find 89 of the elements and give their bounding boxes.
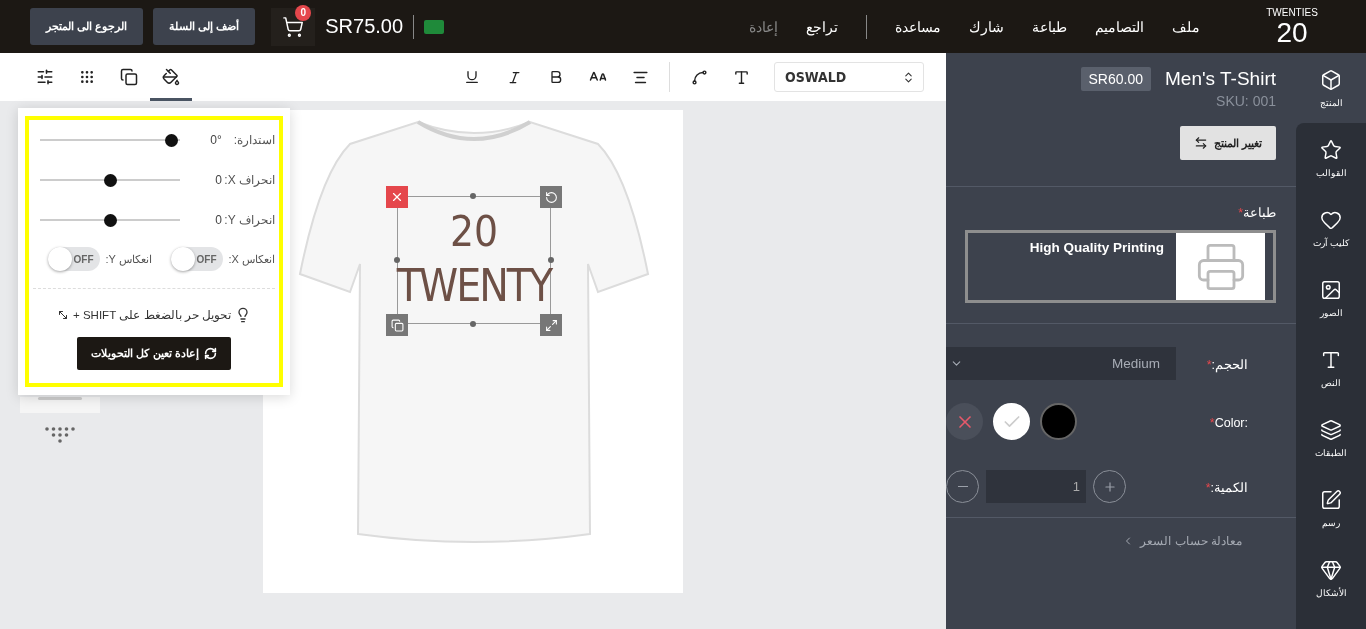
- menu-item[interactable]: طباعة: [1032, 18, 1067, 35]
- diamond-icon: [1320, 558, 1342, 581]
- toggle-label: انعكاس Y:: [105, 252, 152, 266]
- sidebar-item[interactable]: القوالب: [1296, 123, 1366, 193]
- cart-total: SR75.00: [325, 15, 404, 38]
- cart-icon: [282, 15, 305, 38]
- sidebar-item[interactable]: الصور: [1296, 263, 1366, 333]
- resize-icon: [544, 318, 558, 332]
- design-text[interactable]: 20: [449, 206, 499, 258]
- close-icon: [390, 190, 404, 204]
- menu-item[interactable]: التصاميم: [1095, 18, 1144, 35]
- slider-reading: 0°: [209, 133, 222, 147]
- swap-arrows-icon: [1193, 136, 1208, 150]
- sidebar-item[interactable]: الأشكال: [1296, 543, 1366, 613]
- pen-square-icon: [1320, 488, 1342, 511]
- dot-grid-icon: [79, 68, 95, 85]
- slider-label: استدارة:: [232, 133, 275, 147]
- rotate-icon: [544, 190, 558, 204]
- font-select[interactable]: OSWALD: [774, 62, 924, 92]
- slider-thumb[interactable]: [165, 133, 179, 147]
- paint-bucket-icon: [162, 67, 180, 86]
- rotate-handle[interactable]: [540, 186, 562, 208]
- overlapping-squares-icon: [390, 318, 404, 332]
- underline-icon: [464, 69, 480, 85]
- toggle-switch[interactable]: OFF: [170, 247, 223, 271]
- slider-label: انحراف X:: [223, 173, 275, 187]
- cart-button[interactable]: 0: [271, 7, 316, 46]
- star-icon: [1320, 138, 1342, 161]
- sidebar-item[interactable]: النص: [1296, 333, 1366, 403]
- image-icon: [1320, 278, 1342, 301]
- sidebar-item[interactable]: كليب آرت: [1296, 193, 1366, 263]
- plus-icon: [1102, 479, 1117, 494]
- logo[interactable]: TWENTIES 20: [1262, 3, 1322, 50]
- edge-handle[interactable]: [470, 193, 476, 199]
- price-formula-link[interactable]: معادلة حساب السعر: [946, 534, 1296, 548]
- dots-triangle-icon[interactable]: [44, 427, 76, 443]
- italic-icon: [506, 69, 522, 85]
- curve-icon: [690, 68, 708, 86]
- edge-handle[interactable]: [394, 257, 400, 263]
- change-product-button[interactable]: تغيير المنتج: [1179, 126, 1276, 160]
- menu-item[interactable]: شارك: [969, 18, 1004, 35]
- slider-thumb[interactable]: [103, 213, 117, 227]
- overlapping-squares-icon: [120, 67, 138, 86]
- product-title: Men's T-Shirt: [1165, 68, 1276, 90]
- field-label: طباعة*: [1237, 205, 1276, 220]
- reset-button[interactable]: إعادة تعين كل التحويلات: [77, 337, 231, 370]
- size-select[interactable]: Medium: [946, 347, 1176, 380]
- slider-reading: 0: [214, 213, 222, 227]
- sidebar-item[interactable]: رسم: [1296, 473, 1366, 543]
- header-button[interactable]: أضف إلى السلة: [153, 8, 256, 45]
- toggle-switch[interactable]: OFF: [47, 247, 100, 271]
- color-swatch[interactable]: [1040, 403, 1077, 440]
- history-link[interactable]: تراجع: [806, 18, 838, 35]
- flag-icon[interactable]: [424, 19, 445, 34]
- design-text[interactable]: TWENTY: [396, 258, 552, 314]
- edge-handle[interactable]: [548, 257, 554, 263]
- no-color-swatch[interactable]: [946, 403, 983, 440]
- sliders-icon: [36, 67, 54, 86]
- minus-icon: [957, 485, 968, 488]
- field-label: الحجم:*: [1206, 357, 1248, 372]
- thumbnail[interactable]: [20, 397, 100, 413]
- menu-item[interactable]: ملف: [1172, 18, 1200, 35]
- delete-handle[interactable]: [386, 186, 408, 208]
- slider-label: انحراف Y:: [223, 213, 275, 227]
- hint-text: تحويل حر بالضغط على SHIFT +: [73, 308, 231, 322]
- quantity-field[interactable]: 1: [986, 470, 1086, 503]
- print-option-card[interactable]: High Quality Printing: [965, 230, 1276, 303]
- diagonal-arrow-icon: [57, 309, 70, 321]
- bold-icon: [548, 69, 564, 85]
- layers-icon: [1320, 418, 1342, 441]
- price-badge: SR60.00: [1080, 67, 1151, 91]
- toggle-label: انعكاس X:: [228, 252, 275, 266]
- text-icon: [732, 68, 750, 86]
- field-label: الكمية:*: [1205, 480, 1248, 495]
- menu-item[interactable]: مساعدة: [895, 18, 941, 35]
- sku-text: SKU: 001: [1216, 93, 1276, 109]
- layer-handle[interactable]: [386, 314, 408, 336]
- refresh-icon: [203, 347, 217, 360]
- sidebar-item[interactable]: الطبقات: [1296, 403, 1366, 473]
- resize-handle[interactable]: [540, 314, 562, 336]
- select-arrows-icon: [902, 70, 915, 84]
- edge-handle[interactable]: [470, 321, 476, 327]
- print-option-label: High Quality Printing: [1029, 240, 1164, 257]
- slider-thumb[interactable]: [103, 173, 117, 187]
- cube-icon: [1320, 68, 1342, 91]
- cart-count-badge: 0: [295, 4, 312, 21]
- slider-reading: 0: [214, 173, 222, 187]
- header-button[interactable]: الرجوع الى المتجر: [30, 8, 144, 45]
- field-label: *Color:: [1209, 415, 1248, 430]
